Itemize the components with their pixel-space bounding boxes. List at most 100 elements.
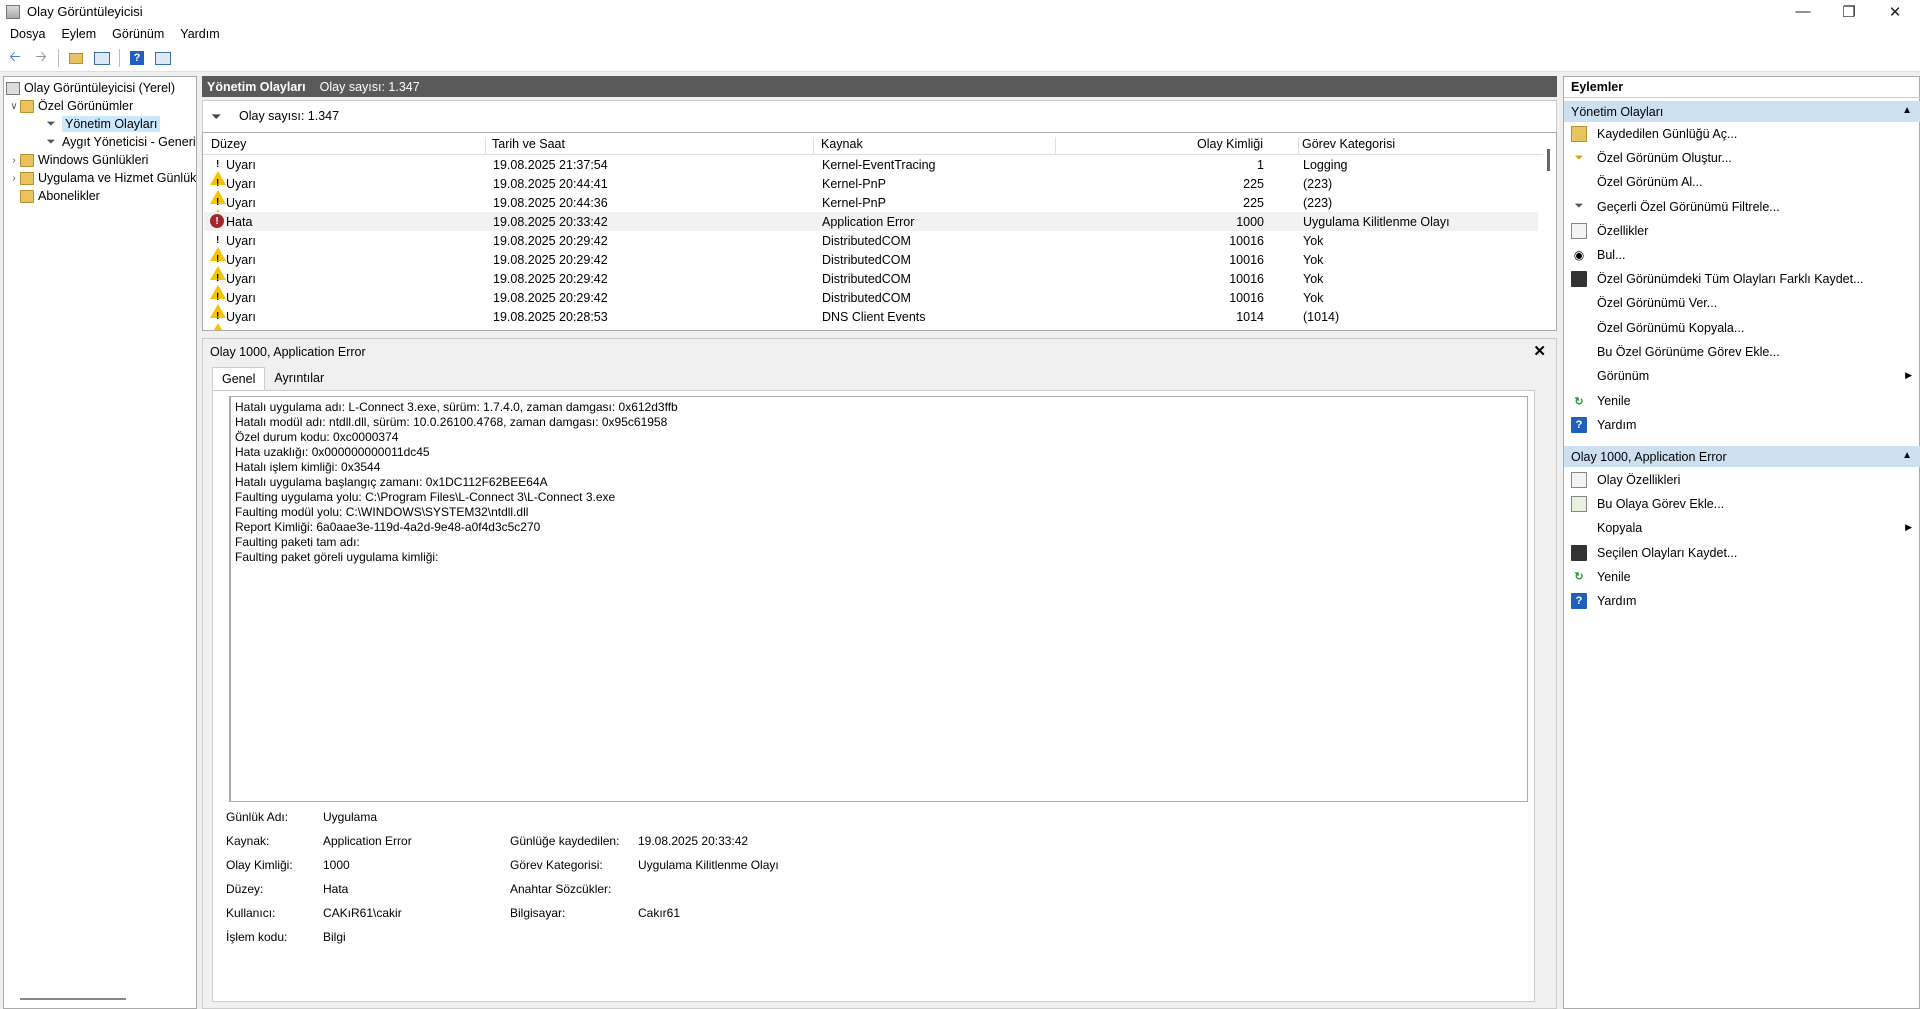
tab-general[interactable]: Genel: [212, 367, 266, 391]
back-arrow-icon[interactable]: 🡠: [4, 47, 26, 69]
action-item[interactable]: Bu Özel Görünüme Görev Ekle...: [1564, 341, 1920, 363]
actions-section-event[interactable]: Olay 1000, Application Error ▲: [1564, 446, 1920, 467]
close-window-button[interactable]: ✕: [1872, 0, 1918, 23]
column-header-date[interactable]: Tarih ve Saat: [492, 137, 565, 151]
cell-source: Kernel-EventTracing: [822, 158, 936, 172]
tree-item-windows-logs[interactable]: › Windows Günlükleri: [8, 151, 148, 169]
prop-label-source: Kaynak:: [226, 834, 270, 848]
tree-item-administrative-events[interactable]: ⏷ Yönetim Olayları: [44, 115, 161, 133]
action-item[interactable]: ? Yardım: [1564, 414, 1920, 436]
table-row[interactable]: Uyarı 19.08.2025 21:37:54 Kernel-EventTrac…: [204, 155, 1538, 185]
column-header-task-category[interactable]: Görev Kategorisi: [1302, 137, 1395, 151]
action-label: Özel Görünümü Ver...: [1597, 296, 1718, 311]
tree-item-subscriptions[interactable]: Abonelikler: [20, 187, 100, 205]
blank-icon: [1571, 174, 1587, 190]
prop-value-computer[interactable]: Cakır61: [638, 906, 680, 920]
prop-value-user[interactable]: CAKıR61\cakir: [323, 906, 402, 920]
prop-value-opcode[interactable]: Bilgi: [323, 930, 346, 944]
up-folder-icon[interactable]: [65, 47, 87, 69]
show-hide-action-pane-icon[interactable]: [152, 47, 174, 69]
column-header-event-id[interactable]: Olay Kimliği: [1153, 137, 1263, 151]
tree-item-device-manager-generic[interactable]: ⏷ Aygıt Yöneticisi - Generic: [44, 133, 196, 151]
action-item[interactable]: Özel Görünümü Kopyala...: [1564, 317, 1920, 339]
horizontal-scrollbar[interactable]: [20, 998, 126, 1000]
prop-label-log-name: Günlük Adı:: [226, 810, 289, 824]
event-description[interactable]: Hatalı uygulama adı: L-Connect 3.exe, sü…: [229, 396, 1528, 802]
action-item[interactable]: Özellikler: [1564, 220, 1920, 242]
action-item[interactable]: Özel Görünümü Ver...: [1564, 292, 1920, 314]
menu-eylem[interactable]: Eylem: [53, 27, 104, 41]
action-item[interactable]: Özel Görünümdeki Tüm Olayları Farklı Kay…: [1564, 268, 1920, 290]
cell-date: 19.08.2025 20:44:36: [493, 196, 608, 210]
action-item[interactable]: Bu Olaya Görev Ekle...: [1564, 493, 1920, 515]
table-row[interactable]: ! Hata 19.08.2025 20:33:42 Application Erro…: [204, 212, 1538, 231]
close-icon[interactable]: ✕: [1533, 342, 1546, 360]
prop-value-event-id[interactable]: 1000: [323, 858, 350, 872]
chevron-right-icon[interactable]: ›: [8, 155, 20, 166]
action-item[interactable]: Görünüm ▶: [1564, 365, 1920, 387]
collapse-arrow-icon[interactable]: ▲: [1902, 450, 1912, 461]
table-row[interactable]: Uyarı 19.08.2025 20:29:42 DistributedCOM 10…: [204, 250, 1538, 280]
action-item[interactable]: Kaydedilen Günlüğü Aç...: [1564, 123, 1920, 145]
action-item[interactable]: ? Yardım: [1564, 590, 1920, 612]
show-hide-tree-icon[interactable]: [91, 47, 113, 69]
window-title: Olay Görüntüleyicisi: [27, 4, 143, 19]
chevron-right-icon[interactable]: ›: [8, 173, 20, 184]
column-separator[interactable]: [485, 137, 486, 155]
table-row[interactable]: Uyarı 19.08.2025 20:28:53 DNS Client Event…: [204, 307, 1538, 330]
cell-source: DistributedCOM: [822, 272, 911, 286]
action-item[interactable]: ⏷ Geçerli Özel Görünümü Filtrele...: [1564, 196, 1920, 218]
tree-item-custom-views[interactable]: ∨ Özel Görünümler: [8, 97, 133, 115]
help-icon[interactable]: ?: [126, 47, 148, 69]
minimize-button[interactable]: —: [1780, 0, 1826, 23]
prop-value-level[interactable]: Hata: [323, 882, 348, 896]
action-item[interactable]: ↻ Yenile: [1564, 390, 1920, 412]
column-separator[interactable]: [1298, 137, 1299, 155]
vertical-scrollbar[interactable]: [1547, 149, 1550, 171]
table-row[interactable]: Uyarı 19.08.2025 20:29:42 DistributedCOM 10…: [204, 269, 1538, 299]
tree-item-event-viewer-local[interactable]: Olay Görüntüleyicisi (Yerel): [6, 79, 175, 97]
chevron-down-icon[interactable]: ∨: [8, 101, 20, 112]
prop-value-task-category[interactable]: Uygulama Kilitlenme Olayı: [638, 858, 779, 872]
warning-icon: [210, 290, 226, 318]
actions-section-administrative-events[interactable]: Yönetim Olayları ▲: [1564, 101, 1920, 122]
menu-dosya[interactable]: Dosya: [2, 27, 53, 41]
table-row[interactable]: Uyarı 19.08.2025 20:44:36 Kernel-PnP 225 (22…: [204, 193, 1538, 223]
warning-icon: [210, 271, 226, 299]
action-item[interactable]: ⏷ Özel Görünüm Oluştur...: [1564, 147, 1920, 169]
action-item[interactable]: Kopyala ▶: [1564, 517, 1920, 539]
prop-value-source[interactable]: Application Error: [323, 834, 412, 848]
table-row[interactable]: Uyarı 19.08.2025 20:44:41 Kernel-PnP 225 (22…: [204, 174, 1538, 204]
column-separator[interactable]: [1055, 137, 1056, 155]
table-row[interactable]: Uyarı 19.08.2025 20:29:42 DistributedCOM 10…: [204, 231, 1538, 261]
prop-value-logged[interactable]: 19.08.2025 20:33:42: [638, 834, 748, 848]
column-header-level[interactable]: Düzey: [211, 137, 246, 151]
action-label: Yenile: [1597, 569, 1631, 584]
maximize-button[interactable]: ❐: [1826, 0, 1872, 23]
cell-event-id: 225: [1243, 177, 1264, 191]
cell-date: 19.08.2025 20:29:42: [493, 291, 608, 305]
menu-gorunum[interactable]: Görünüm: [104, 27, 172, 41]
collapse-arrow-icon[interactable]: ▲: [1902, 105, 1912, 116]
action-item[interactable]: Olay Özellikleri: [1564, 469, 1920, 491]
folder-icon: [20, 171, 34, 185]
column-separator[interactable]: [813, 137, 814, 155]
forward-arrow-icon[interactable]: 🡢: [30, 47, 52, 69]
action-item[interactable]: ◉ Bul...: [1564, 244, 1920, 266]
action-item[interactable]: ↻ Yenile: [1564, 566, 1920, 588]
blank-icon: [1571, 520, 1587, 536]
prop-label-computer: Bilgisayar:: [510, 906, 566, 920]
description-line: Özel durum kodu: 0xc0000374: [235, 430, 399, 444]
action-item[interactable]: Özel Görünüm Al...: [1564, 171, 1920, 193]
prop-value-log-name[interactable]: Uygulama: [323, 810, 377, 824]
cell-source: Kernel-PnP: [822, 196, 886, 210]
folder-icon: [20, 153, 34, 167]
tree-item-applications-services-logs[interactable]: › Uygulama ve Hizmet Günlük: [8, 169, 196, 187]
tab-details[interactable]: Ayrıntılar: [265, 367, 333, 391]
action-item[interactable]: Seçilen Olayları Kaydet...: [1564, 542, 1920, 564]
menu-yardim[interactable]: Yardım: [172, 27, 227, 41]
actions-header: Eylemler: [1564, 77, 1920, 98]
filter-icon: ⏷: [46, 117, 56, 130]
table-row[interactable]: Uyarı 19.08.2025 20:29:42 DistributedCOM 10…: [204, 288, 1538, 318]
column-header-source[interactable]: Kaynak: [821, 137, 863, 151]
